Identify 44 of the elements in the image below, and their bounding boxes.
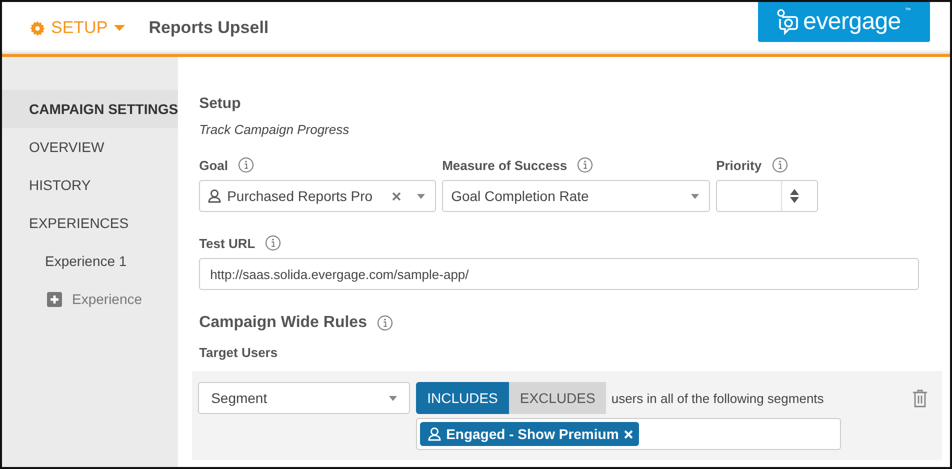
priority-input[interactable] (716, 180, 818, 212)
measure-dropdown[interactable]: Goal Completion Rate (442, 180, 710, 212)
info-icon[interactable] (376, 315, 393, 331)
sidebar-item[interactable]: HISTORY (2, 166, 178, 204)
toggle-button[interactable]: INCLUDES (416, 382, 509, 414)
rule-description: users in all of the following segments (611, 390, 824, 406)
field-label: Goal (199, 158, 228, 172)
logo-text: evergage (803, 8, 901, 36)
field-label: Test URL (199, 236, 256, 250)
caret-icon (114, 25, 125, 31)
goal-dropdown[interactable]: Purchased Reports Pro (199, 180, 436, 212)
sidebar-item[interactable]: CAMPAIGN SETTINGS (2, 90, 178, 128)
sidebar-subitem[interactable]: Experience 1 (2, 242, 178, 280)
info-icon[interactable] (238, 157, 254, 173)
segment-dropdown[interactable]: Segment (198, 382, 410, 414)
field-label: Measure of Success (442, 158, 568, 172)
remove-icon[interactable] (624, 430, 633, 438)
field-label: Target Users (199, 345, 279, 360)
info-icon[interactable] (577, 157, 594, 173)
toggle-button[interactable]: EXCLUDES (508, 382, 606, 414)
user-icon (208, 189, 222, 203)
clear-icon[interactable] (392, 192, 402, 200)
info-icon[interactable] (772, 157, 788, 173)
segment-tag[interactable]: Engaged - Show Premium (420, 422, 639, 446)
info-icon[interactable] (265, 235, 282, 251)
trash-icon[interactable] (912, 388, 928, 408)
caret-icon (691, 194, 700, 198)
chat-bubble-icon (777, 9, 800, 35)
section-subtitle: Track Campaign Progress (199, 122, 350, 137)
url-input[interactable]: http://saas.solida.evergage.com/sample-app/ (199, 258, 920, 290)
gear-icon (30, 20, 45, 36)
caret-icon (417, 194, 426, 198)
section-title: Setup (199, 95, 242, 112)
spinner-icon[interactable] (790, 189, 800, 203)
section-title: Campaign Wide Rules (199, 314, 367, 332)
add-experience-button[interactable]: Experience (2, 280, 178, 318)
segment-tags-field[interactable]: Engaged - Show Premium (416, 418, 842, 450)
plus-icon (47, 292, 62, 306)
sidebar-item[interactable]: EXPERIENCES (2, 204, 178, 242)
user-icon (428, 427, 442, 441)
sidebar-item[interactable]: OVERVIEW (2, 128, 178, 166)
campaign-title: Reports Upsell (148, 18, 269, 38)
field-label: Priority (716, 158, 762, 172)
caret-icon (389, 396, 398, 400)
